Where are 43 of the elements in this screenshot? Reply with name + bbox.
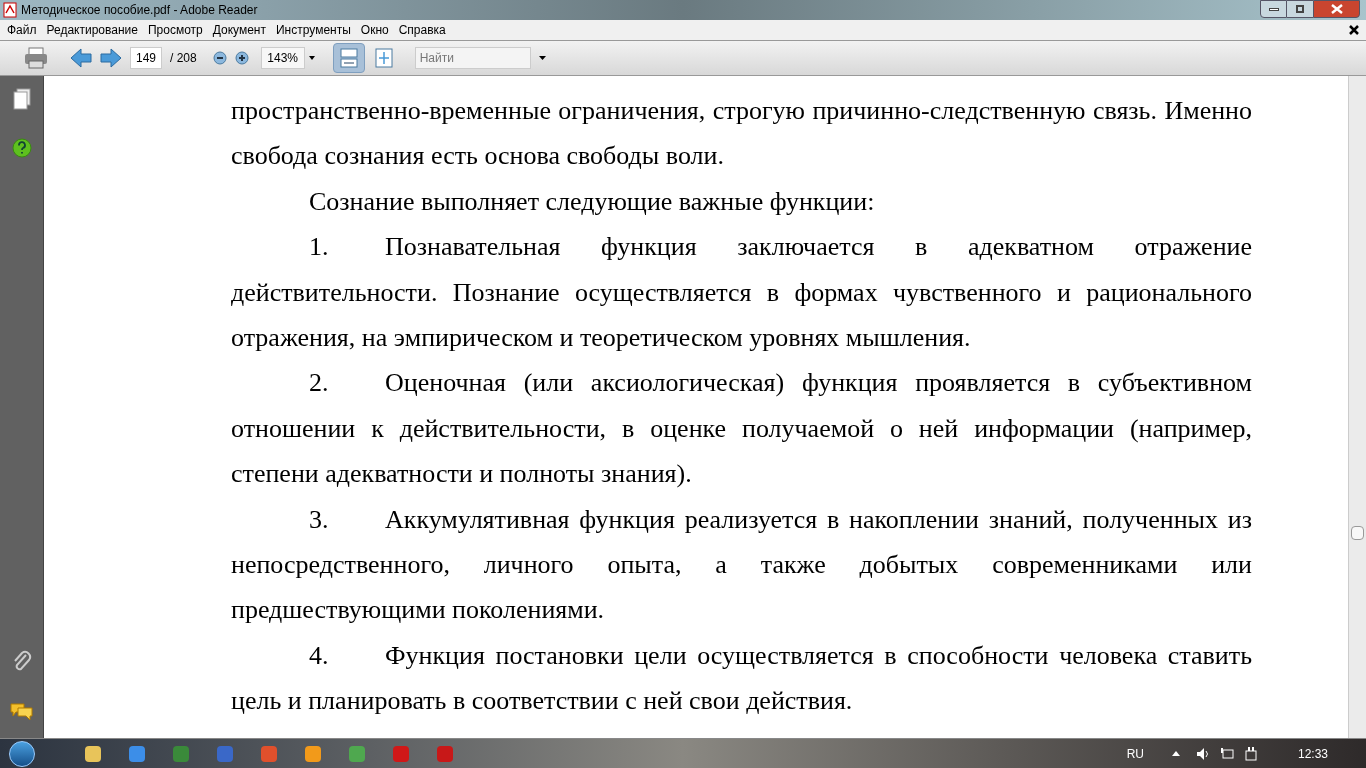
- print-icon[interactable]: [24, 47, 48, 69]
- scrollbar[interactable]: [1348, 76, 1366, 738]
- help-icon[interactable]: [11, 138, 32, 158]
- paperclip-icon[interactable]: [11, 650, 32, 672]
- page-total: / 208: [170, 50, 197, 67]
- zoom-in-icon[interactable]: [234, 51, 249, 65]
- fit-width-button[interactable]: [332, 43, 365, 73]
- close-button[interactable]: [1313, 0, 1360, 18]
- next-page-icon[interactable]: [100, 48, 122, 68]
- numbered-paragraph: 3. Аккумулятивная функция реализуется в накоплении знаний, полученных из непосредственного, личного опыта, а также добытых современниками или предшествующими поколениями.: [231, 503, 1252, 627]
- window-title: Методическое пособие.pdf - Adobe Reader: [21, 2, 258, 19]
- close-icon[interactable]: [1349, 25, 1359, 35]
- pdf-icon: [3, 2, 17, 18]
- restore-button[interactable]: [1287, 0, 1313, 18]
- page-number-field[interactable]: 149: [130, 47, 162, 69]
- speaker-icon[interactable]: [1195, 746, 1210, 761]
- menu-item[interactable]: Справка: [393, 21, 451, 39]
- paragraph: пространственно-временные ограничения, строгую причинно-следственную связь. Именно свобода сознания есть основа свободы воли.: [231, 95, 1252, 173]
- zoom-out-icon[interactable]: [212, 51, 227, 65]
- menu-item[interactable]: Документ: [207, 21, 271, 39]
- pages-icon[interactable]: [12, 88, 31, 110]
- close-icon: [1330, 4, 1343, 14]
- numbered-paragraph: 1. Познавательная функция заключается в адекватном отражение действительности. Познание осуществляется в формах чувственного и рационального отражения, на эмпирическом и теоретическом уровнях мышления.: [231, 231, 1252, 355]
- comments-icon[interactable]: [9, 702, 34, 722]
- previous-page-icon[interactable]: [70, 48, 92, 68]
- power-icon[interactable]: [1243, 746, 1258, 761]
- menu-item[interactable]: Просмотр: [142, 21, 208, 39]
- minimize-button[interactable]: [1260, 0, 1287, 18]
- fit-width-icon: [339, 48, 358, 68]
- numbered-paragraph: 4. Функция постановки цели осуществляется в способности человека ставить цель и планировать в соответствии с ней свои действия.: [231, 639, 1252, 718]
- search-field[interactable]: Найти: [414, 47, 531, 69]
- menu-item[interactable]: Инструменты: [271, 21, 356, 39]
- numbered-paragraph: 2. Оценочная (или аксиологическая) функция проявляется в субъективном отношении к действительности, в оценке получаемой о ней информации (например, степени адекватности и полноты знания).: [231, 367, 1252, 491]
- menu-item[interactable]: Файл: [2, 21, 42, 39]
- dropdown-arrow-icon[interactable]: [538, 56, 546, 60]
- clock[interactable]: 12:33: [1297, 744, 1328, 763]
- start-button[interactable]: [9, 740, 35, 767]
- fit-page-icon[interactable]: [374, 48, 393, 68]
- caret-up-icon[interactable]: [1171, 751, 1180, 756]
- language-indicator[interactable]: RU: [1126, 744, 1144, 763]
- menu-item[interactable]: Редактирование: [41, 21, 143, 39]
- menu-item[interactable]: Окно: [355, 21, 394, 39]
- paragraph: Сознание выполняет следующие важные функции:: [308, 185, 876, 218]
